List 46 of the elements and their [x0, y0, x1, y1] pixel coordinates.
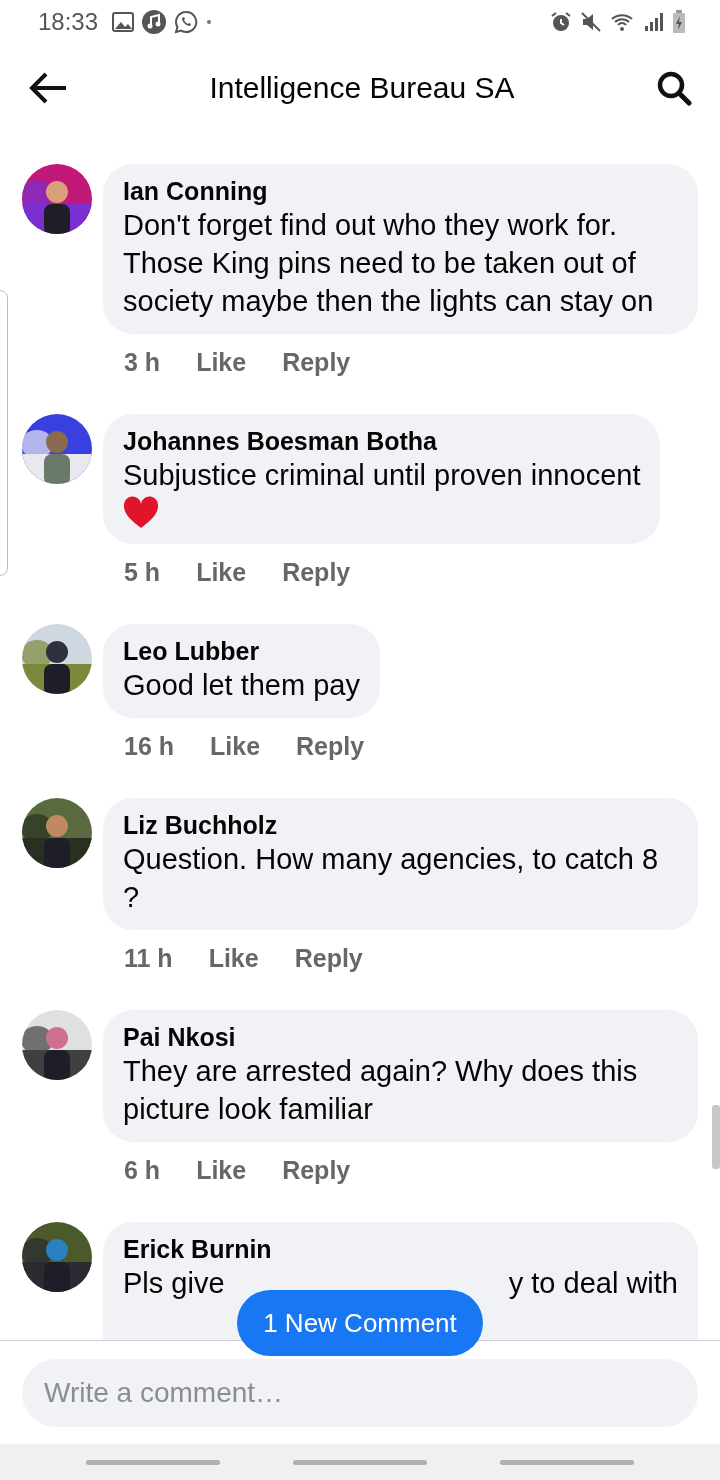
comment-text: Good let them pay [123, 668, 360, 703]
nav-bar-pill[interactable] [499, 1459, 634, 1465]
mute-icon [580, 11, 602, 33]
reply-link[interactable]: Reply [294, 943, 363, 973]
comment-author[interactable]: Leo Lubber [123, 636, 260, 666]
like-link[interactable]: Like [196, 1155, 247, 1185]
reply-link[interactable]: Reply [282, 347, 351, 377]
comment-text: Pls give [123, 1266, 225, 1301]
nav-bar-pill[interactable] [86, 1459, 221, 1465]
battery-icon [672, 10, 686, 34]
reply-link[interactable]: Reply [282, 1155, 351, 1185]
alarm-icon [550, 11, 572, 33]
music-icon [142, 10, 167, 34]
new-comment-button[interactable]: 1 New Comment [237, 1290, 483, 1356]
like-link[interactable]: Like [208, 943, 259, 973]
status-time: 18:33 [38, 8, 99, 36]
signal-icon [644, 12, 664, 32]
chat-icon [174, 10, 199, 34]
comment-text: Don't forget find out who they work for. Those King pins need to be taken out of society maybe then the lights can stay on [123, 208, 655, 319]
scrollbar [712, 1105, 720, 1169]
comment-author[interactable]: Pai Nkosi [123, 1022, 236, 1052]
reply-link[interactable]: Reply [296, 731, 365, 761]
image-icon [112, 12, 135, 32]
back-arrow-icon[interactable] [28, 71, 68, 105]
comment-text: Question. How many agencies, to catch 8 ? [123, 842, 660, 915]
like-link[interactable]: Like [196, 557, 247, 587]
comment-author[interactable]: Erick Burnin [123, 1234, 272, 1264]
comment-input[interactable]: Write a comment… [22, 1358, 698, 1427]
comment-author[interactable]: Ian Conning [123, 176, 268, 206]
comment-time: 5 h [124, 557, 161, 587]
comment-text: Subjustice criminal until proven innocent [123, 458, 641, 493]
page-title: Intelligence Bureau SA [208, 71, 516, 105]
comment-text: They are arrested again? Why does this picture look familiar [123, 1054, 639, 1127]
comment-time: 3 h [124, 347, 161, 377]
reply-link[interactable]: Reply [282, 557, 351, 587]
nav-bar-pill[interactable] [293, 1459, 427, 1465]
comment-author[interactable]: Johannes Boesman Botha [123, 426, 437, 456]
comment-time: 6 h [124, 1155, 161, 1185]
comment-time: 16 h [124, 731, 175, 761]
search-icon[interactable] [656, 70, 692, 106]
like-link[interactable]: Like [210, 731, 261, 761]
comment-time: 11 h [124, 943, 173, 973]
like-link[interactable]: Like [196, 347, 247, 377]
comment-text: y to deal with [508, 1266, 678, 1301]
comment-author[interactable]: Liz Buchholz [123, 810, 278, 840]
dot-icon [206, 19, 213, 25]
